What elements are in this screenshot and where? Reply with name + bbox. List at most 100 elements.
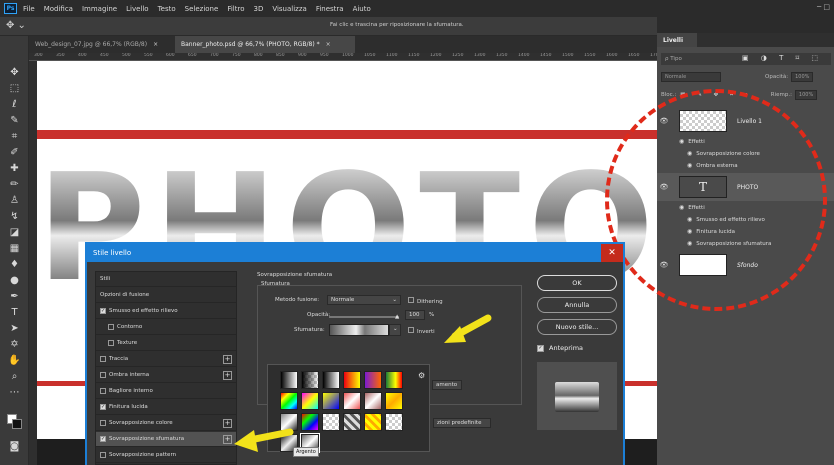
quick-select-tool-icon[interactable]: ✎ <box>6 114 23 127</box>
eyedropper-tool-icon[interactable]: ✐ <box>6 146 23 159</box>
menu-modifica[interactable]: Modifica <box>44 5 73 13</box>
new-style-button[interactable]: Nuovo stile... <box>537 319 617 335</box>
layer-sfondo[interactable]: 👁︎ Sfondo <box>657 251 834 279</box>
style-item[interactable]: Texture <box>96 336 236 351</box>
eye-icon[interactable]: 👁︎ <box>657 117 671 125</box>
menu-aiuto[interactable]: Aiuto <box>353 5 371 13</box>
checkbox-icon[interactable]: ✓ <box>100 308 106 314</box>
layer-livello-1[interactable]: 👁︎ Livello 1 <box>657 107 834 135</box>
gradient-tool-icon[interactable]: ▦ <box>6 242 23 255</box>
eye-icon[interactable]: ◉ <box>687 240 692 247</box>
dodge-tool-icon[interactable]: ● <box>6 274 23 287</box>
effect-item[interactable]: ◉ Ombra esterna <box>687 162 738 169</box>
menu-filtro[interactable]: Filtro <box>227 5 244 13</box>
close-icon[interactable]: × <box>153 41 158 48</box>
healing-tool-icon[interactable]: ✚ <box>6 162 23 175</box>
pen-tool-icon[interactable]: ✒ <box>6 290 23 303</box>
brush-tool-icon[interactable]: ✏ <box>6 178 23 191</box>
gradient-preview-swatch[interactable] <box>329 324 389 336</box>
blend-mode-select[interactable]: Normale ⌄ <box>327 295 401 305</box>
menu-3d[interactable]: 3D <box>253 5 263 13</box>
checkbox-icon[interactable] <box>100 420 106 426</box>
checkbox-icon[interactable] <box>100 452 106 458</box>
gradient-preset-swatch[interactable] <box>385 392 403 410</box>
quick-mask-icon[interactable]: ◙ <box>6 440 23 453</box>
gear-icon[interactable]: ⚙ <box>418 371 425 380</box>
add-icon[interactable]: + <box>223 371 232 380</box>
effect-item[interactable]: ◉ Smusso ed effetto rilievo <box>687 216 765 223</box>
more-tools-icon[interactable]: ⋯ <box>6 386 23 399</box>
checkbox-icon[interactable] <box>100 356 106 362</box>
eye-icon[interactable]: ◉ <box>679 138 684 145</box>
stamp-tool-icon[interactable]: ♙ <box>6 194 23 207</box>
style-item[interactable]: ✓ Smusso ed effetto rilievo <box>96 304 236 319</box>
style-item[interactable]: Contorno <box>96 320 236 335</box>
gradient-picker[interactable]: ⚙ <box>267 364 430 453</box>
blur-tool-icon[interactable]: ♦ <box>6 258 23 271</box>
gradient-preset-swatch[interactable] <box>280 371 298 389</box>
crop-tool-icon[interactable]: ⌗ <box>6 130 23 143</box>
menu-visualizza[interactable]: Visualizza <box>272 5 306 13</box>
gradient-preset-swatch[interactable] <box>322 371 340 389</box>
dithering-checkbox[interactable]: Dithering <box>408 297 443 305</box>
opacity-field[interactable]: 100% <box>791 72 814 82</box>
ok-button[interactable]: OK <box>537 275 617 291</box>
checkbox-icon[interactable] <box>108 324 114 330</box>
tab-banner-photo[interactable]: Banner_photo.psd @ 66,7% (PHOTO, RGB/8) … <box>175 36 355 53</box>
checkbox-icon[interactable] <box>408 327 414 333</box>
eye-icon[interactable]: ◉ <box>687 216 692 223</box>
menu-testo[interactable]: Testo <box>158 5 176 13</box>
fill-field[interactable]: 100% <box>794 90 818 100</box>
style-item[interactable]: ✓ Finitura lucida <box>96 400 236 415</box>
effect-item[interactable]: ◉ Sovrapposizione colore <box>687 150 760 157</box>
checkbox-icon[interactable]: ✓ <box>537 344 544 352</box>
add-icon[interactable]: + <box>223 419 232 428</box>
gradient-preset-swatch[interactable] <box>322 392 340 410</box>
menu-file[interactable]: File <box>23 5 35 13</box>
hand-tool-icon[interactable]: ✋ <box>6 354 23 367</box>
layer-filter-kind[interactable]: ρ Tipo <box>665 56 682 62</box>
tab-web-design[interactable]: Web_design_07.jpg @ 66,7% (RGB/8) × <box>29 36 175 53</box>
gradient-preset-swatch[interactable] <box>301 392 319 410</box>
eraser-tool-icon[interactable]: ◪ <box>6 226 23 239</box>
style-item[interactable]: Sovrapposizione pattern <box>96 448 236 463</box>
gradient-preset-swatch[interactable] <box>301 413 319 431</box>
checkbox-icon[interactable]: ✓ <box>100 436 106 442</box>
path-select-tool-icon[interactable]: ➤ <box>6 322 23 335</box>
gradient-preset-swatch[interactable] <box>301 371 319 389</box>
style-item[interactable]: ✓ Sovrapposizione sfumatura + <box>96 432 236 447</box>
move-tool-icon[interactable]: ✥ <box>6 66 23 79</box>
eye-icon[interactable]: 👁︎ <box>657 261 671 269</box>
style-item[interactable]: Stili <box>96 272 236 287</box>
layer-filter[interactable]: ρ Tipo ▣ ◑ T ⌑ ⬚ <box>661 53 831 65</box>
eye-icon[interactable]: ◉ <box>687 150 692 157</box>
opacity-field[interactable]: 100 <box>405 310 425 320</box>
eye-icon[interactable]: ◉ <box>679 204 684 211</box>
gradient-preset-swatch[interactable] <box>280 392 298 410</box>
shape-tool-icon[interactable]: ✡ <box>6 338 23 351</box>
tab-layers[interactable]: Livelli <box>657 33 697 47</box>
lock-icons[interactable]: ▦ ✎ ✥ ⌗ 🔒︎ <box>680 92 752 99</box>
marquee-tool-icon[interactable]: ⬚ <box>6 82 23 95</box>
gradient-preset-swatch[interactable] <box>343 392 361 410</box>
effect-item[interactable]: ◉ Sovrapposizione sfumatura <box>687 240 771 247</box>
gradient-preset-swatch[interactable] <box>364 413 382 431</box>
checkbox-icon[interactable] <box>100 388 106 394</box>
gradient-preset-swatch[interactable] <box>364 392 382 410</box>
eye-icon[interactable]: ◉ <box>687 162 692 169</box>
gradient-preset-swatch[interactable] <box>322 413 340 431</box>
style-item[interactable]: Sovrapposizione colore + <box>96 416 236 431</box>
style-item[interactable]: Traccia + <box>96 352 236 367</box>
checkbox-icon[interactable]: ✓ <box>100 404 106 410</box>
menu-livello[interactable]: Livello <box>126 5 148 13</box>
type-tool-icon[interactable]: T <box>6 306 23 319</box>
invert-checkbox[interactable]: Inverti <box>408 327 435 335</box>
move-tool-preset-icon[interactable]: ✥ ⌄ <box>6 20 26 31</box>
gradient-preset-swatch[interactable] <box>343 371 361 389</box>
filter-icons[interactable]: ▣ ◑ T ⌑ ⬚ <box>742 54 823 62</box>
checkbox-icon[interactable] <box>100 372 106 378</box>
lasso-tool-icon[interactable]: ℓ <box>6 98 23 111</box>
style-item[interactable]: Bagliore interno <box>96 384 236 399</box>
chevron-down-icon[interactable]: ⌄ <box>389 324 401 336</box>
checkbox-icon[interactable] <box>108 340 114 346</box>
